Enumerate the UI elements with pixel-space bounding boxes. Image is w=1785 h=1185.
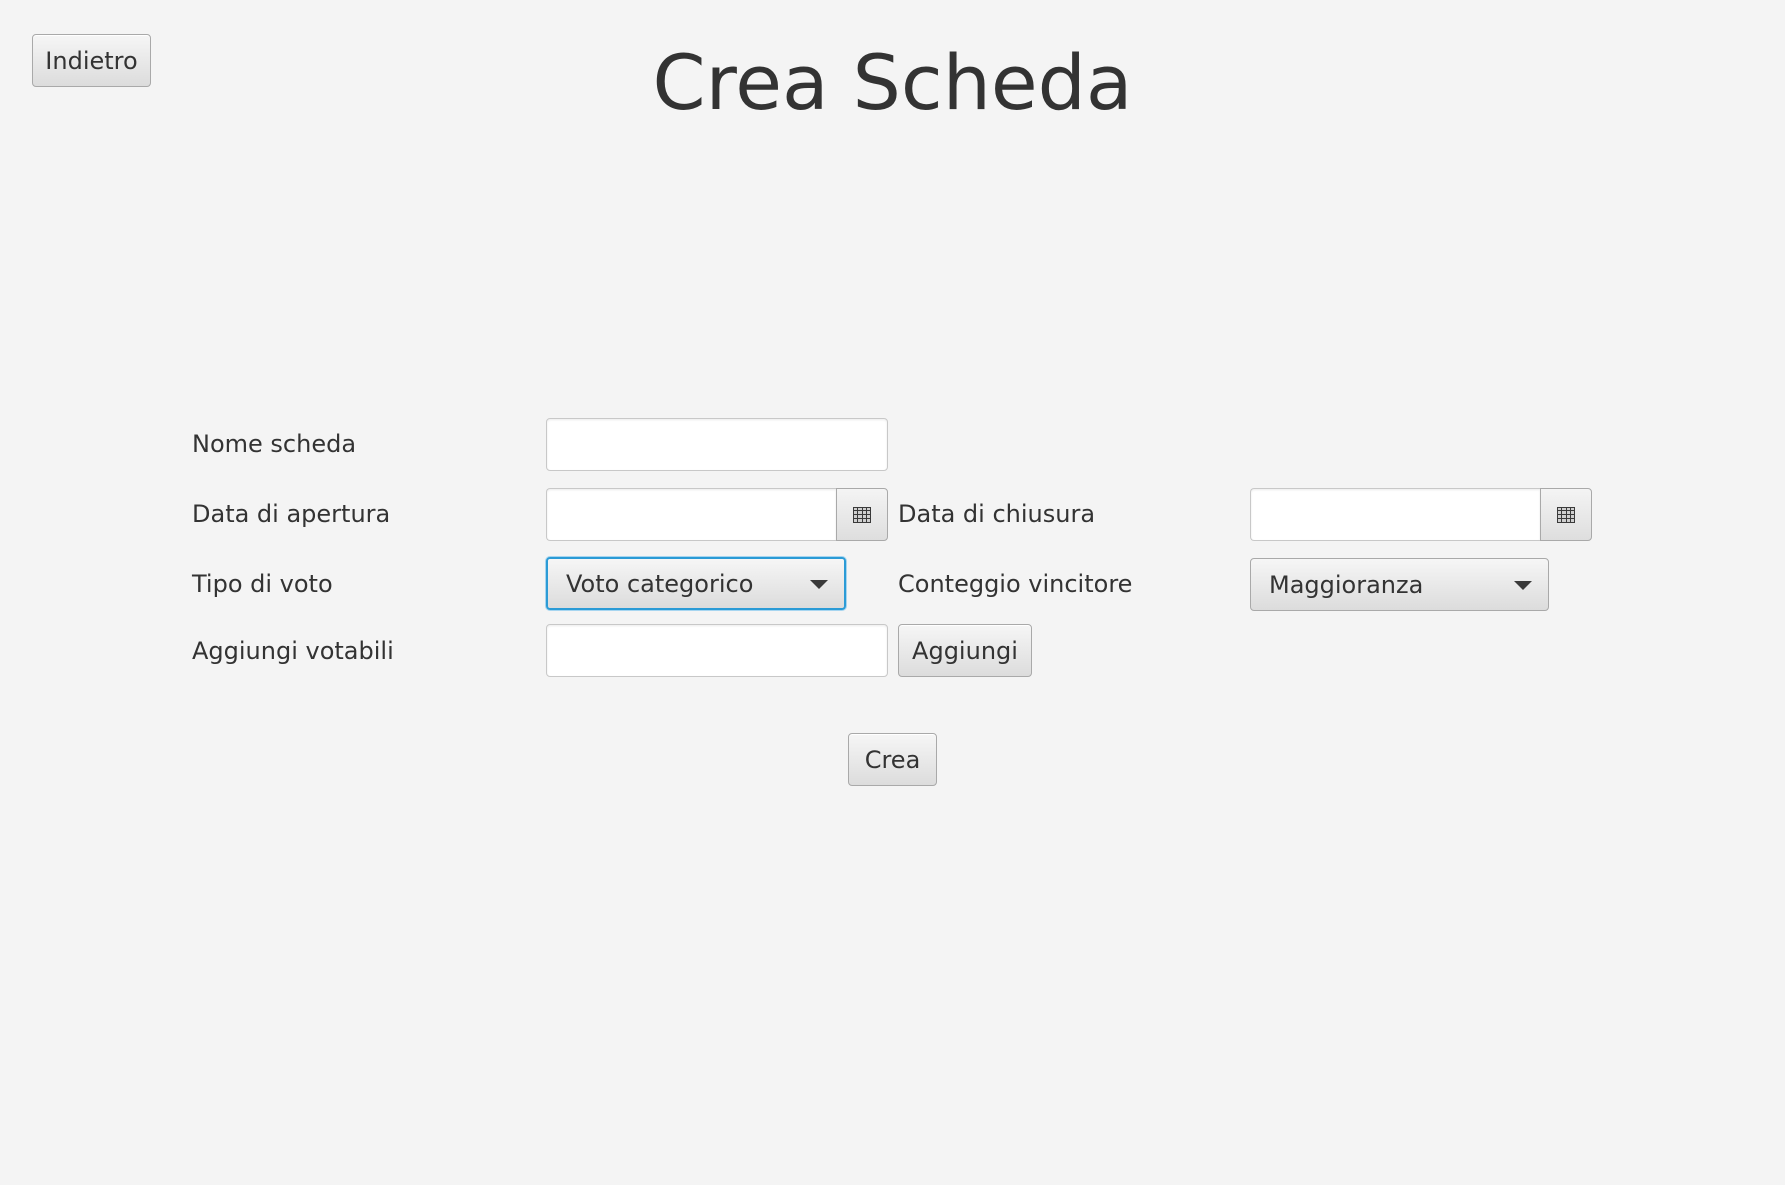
chevron-down-icon — [1514, 580, 1532, 590]
calendar-icon — [1557, 506, 1575, 523]
add-votables-label: Aggiungi votabili — [192, 637, 394, 665]
open-date-picker[interactable] — [546, 488, 888, 541]
winner-count-selected-value: Maggioranza — [1269, 570, 1424, 599]
chevron-down-icon — [810, 579, 828, 589]
add-votable-button[interactable]: Aggiungi — [898, 624, 1032, 677]
open-date-input[interactable] — [546, 488, 836, 541]
vote-type-label: Tipo di voto — [192, 570, 333, 598]
open-date-label: Data di apertura — [192, 500, 391, 528]
name-input[interactable] — [546, 418, 888, 471]
winner-count-select[interactable]: Maggioranza — [1250, 558, 1549, 611]
close-date-label: Data di chiusura — [898, 500, 1096, 528]
vote-type-select[interactable]: Voto categorico — [546, 557, 846, 610]
close-date-input[interactable] — [1250, 488, 1540, 541]
close-date-picker[interactable] — [1250, 488, 1592, 541]
winner-count-label: Conteggio vincitore — [898, 570, 1133, 598]
add-votables-input[interactable] — [546, 624, 888, 677]
name-label: Nome scheda — [192, 430, 357, 458]
page-title: Crea Scheda — [652, 38, 1133, 127]
vote-type-selected-value: Voto categorico — [566, 569, 754, 598]
calendar-icon — [853, 506, 871, 523]
create-button[interactable]: Crea — [848, 733, 937, 786]
close-date-calendar-button[interactable] — [1540, 488, 1592, 541]
open-date-calendar-button[interactable] — [836, 488, 888, 541]
